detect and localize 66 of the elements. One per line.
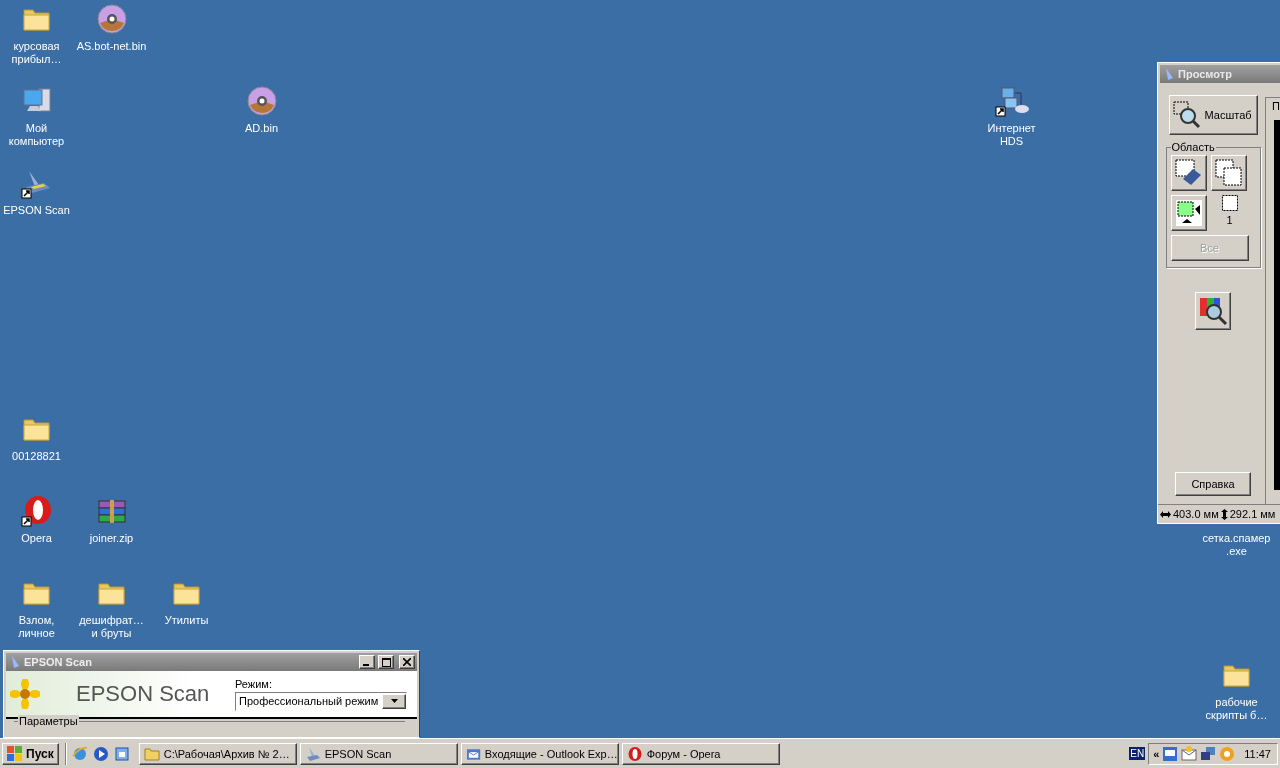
icon-label[interactable]: EPSON Scan bbox=[0, 204, 73, 217]
minimize-button[interactable] bbox=[359, 655, 375, 669]
help-button[interactable]: Справка bbox=[1175, 472, 1251, 496]
magnifier-icon bbox=[1172, 101, 1201, 129]
desktop-window-icon[interactable] bbox=[113, 745, 130, 762]
eraser-icon bbox=[1174, 159, 1203, 187]
media-player-icon[interactable] bbox=[92, 745, 109, 762]
taskbar-button[interactable]: Форум - Opera bbox=[621, 742, 780, 765]
marquee-icon bbox=[1221, 195, 1238, 211]
network-computers-icon bbox=[994, 85, 1029, 117]
opera-logo-icon bbox=[626, 745, 643, 762]
network-status-icon[interactable] bbox=[1162, 745, 1179, 762]
dropdown-arrow-icon bbox=[390, 699, 398, 703]
duplicate-marquee-button[interactable] bbox=[1210, 155, 1247, 191]
marquee-count: 1 bbox=[1226, 214, 1233, 226]
maximize-icon bbox=[381, 657, 391, 667]
horizontal-arrow-icon bbox=[1160, 510, 1171, 518]
disc-icon bbox=[95, 3, 128, 35]
flower-icon bbox=[10, 679, 40, 709]
zoom-button[interactable]: Масштаб bbox=[1168, 95, 1258, 135]
icon-label[interactable]: Мой компьютер bbox=[0, 122, 73, 148]
envelope-icon[interactable] bbox=[1181, 745, 1198, 762]
folder-icon bbox=[143, 745, 160, 762]
mode-dropdown[interactable]: Профессиональный режим bbox=[235, 691, 407, 711]
language-indicator[interactable]: EN bbox=[1129, 747, 1146, 760]
icon-label[interactable]: курсовая прибыл… bbox=[0, 40, 73, 66]
icon-label[interactable]: Утилиты bbox=[150, 614, 223, 627]
icon-label[interactable]: рабочие скрипты б… bbox=[1200, 696, 1273, 722]
duplicate-marquee-icon bbox=[1214, 159, 1243, 187]
taskbar-button[interactable]: C:\Рабочая\Архив № 2… bbox=[138, 742, 297, 765]
maximize-button[interactable] bbox=[378, 655, 394, 669]
group-label: Область bbox=[1170, 141, 1216, 153]
erase-marquee-button[interactable] bbox=[1170, 155, 1207, 191]
auto-locate-icon bbox=[1174, 199, 1203, 227]
icon-label[interactable]: AD.bin bbox=[225, 122, 298, 135]
icon-label[interactable]: сетка.спамер .exe bbox=[1200, 532, 1273, 558]
close-icon bbox=[403, 658, 411, 666]
close-button[interactable] bbox=[399, 655, 415, 669]
color-adjust-button[interactable] bbox=[1195, 292, 1231, 330]
width-reading: 403.0 мм bbox=[1173, 508, 1219, 520]
icon-label[interactable]: 00128821 bbox=[0, 450, 73, 463]
icon-label[interactable]: Opera bbox=[0, 532, 73, 545]
icon-label[interactable]: Интернет HDS bbox=[975, 122, 1048, 148]
icon-label[interactable]: joiner.zip bbox=[75, 532, 148, 545]
color-magnifier-icon bbox=[1198, 296, 1228, 326]
icon-label[interactable]: Взлом, личное bbox=[0, 614, 73, 640]
icon-label[interactable]: дешифрат… и бруты bbox=[75, 614, 148, 640]
taskbar-button[interactable]: EPSON Scan bbox=[299, 742, 458, 765]
opera-logo-icon bbox=[20, 495, 53, 527]
clock[interactable]: 11:47 bbox=[1244, 747, 1271, 760]
height-reading: 292.1 мм bbox=[1229, 508, 1276, 520]
show-hidden-icons-button[interactable]: « bbox=[1153, 747, 1160, 760]
vertical-arrow-icon bbox=[1220, 508, 1228, 520]
disc-icon bbox=[245, 85, 278, 117]
windows-logo-icon bbox=[7, 746, 23, 761]
mode-label: Режим: bbox=[235, 677, 273, 690]
icon-label[interactable]: AS.bot-net.bin bbox=[75, 40, 148, 53]
app-logo-text: EPSON Scan bbox=[76, 681, 210, 707]
group-label: Параметры bbox=[18, 715, 79, 727]
window-title: Просмотр bbox=[1178, 68, 1232, 80]
tab-label[interactable]: П bbox=[1272, 100, 1280, 112]
window-title: EPSON Scan bbox=[24, 656, 92, 668]
start-button[interactable]: Пуск bbox=[2, 742, 59, 765]
taskbar-button[interactable]: Входящие - Outlook Exp… bbox=[460, 742, 619, 765]
auto-locate-button[interactable] bbox=[1170, 195, 1207, 231]
computers-icon[interactable] bbox=[1200, 745, 1217, 762]
